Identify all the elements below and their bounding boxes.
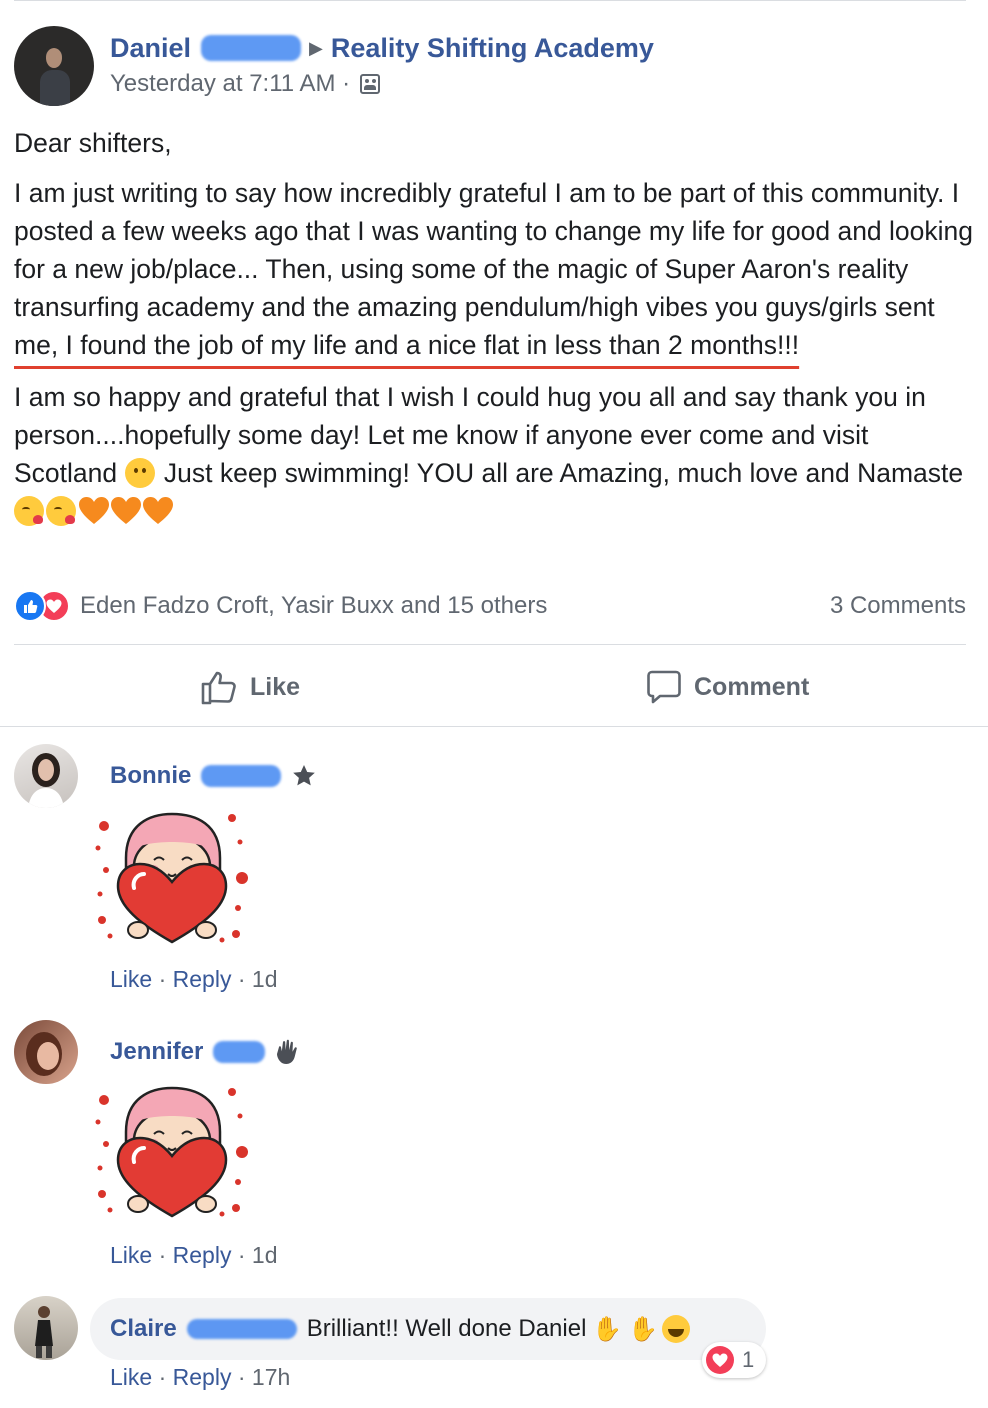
orange-heart-icon: [111, 497, 141, 524]
like-button-label: Like: [250, 672, 301, 701]
comment-button[interactable]: Comment: [646, 664, 809, 710]
kiss-emoji-icon: [46, 496, 76, 526]
commenter-avatar[interactable]: [14, 744, 78, 808]
avatar-face: [46, 48, 62, 68]
post-paragraph-2: I am so happy and grateful that I wish I…: [14, 378, 974, 530]
orange-heart-icon: [143, 497, 173, 524]
comment-3-bubble: Claire Brilliant!! Well done Daniel ✋ ✋: [90, 1298, 766, 1360]
grin-emoji-icon: [662, 1315, 691, 1343]
separator: ·: [158, 1242, 167, 1268]
caret-right-icon: ▶: [309, 37, 323, 58]
comment-reply-link[interactable]: Reply: [173, 1242, 232, 1268]
highlighted-text: me, I found the job of my life and a nic…: [14, 330, 800, 360]
action-bar-top-divider: [14, 644, 966, 645]
post-body: Dear shifters, I am just writing to say …: [14, 124, 974, 542]
comment-reply-link[interactable]: Reply: [173, 966, 232, 992]
top-divider: [14, 0, 966, 1]
commenter-name[interactable]: Claire: [110, 1315, 177, 1343]
wave-badge-icon[interactable]: [275, 1039, 301, 1065]
heart-reaction-icon: [706, 1346, 734, 1374]
smile-emoji-icon: [124, 458, 155, 488]
kiss-emoji-icon: [14, 496, 44, 526]
separator: ·: [158, 1364, 167, 1390]
orange-heart-icon: [79, 497, 109, 524]
author-avatar[interactable]: [14, 26, 94, 106]
action-bar-bottom-divider: [0, 726, 988, 727]
comment-bubble-icon: [647, 670, 681, 704]
comment-2-header: Jennifer: [110, 1036, 301, 1068]
group-privacy-icon: [360, 74, 381, 94]
post-greeting: Dear shifters,: [14, 128, 172, 158]
commenter-avatar[interactable]: [14, 1296, 78, 1360]
commenter-avatar[interactable]: [14, 1020, 78, 1084]
comment-3-actions: Like · Reply · 17h: [110, 1364, 290, 1391]
redacted-surname: [213, 1041, 266, 1063]
avatar-body: [40, 70, 70, 106]
separator: ·: [237, 966, 246, 992]
comments-count-link[interactable]: 3 Comments: [830, 588, 966, 624]
author-name[interactable]: Daniel: [110, 33, 191, 64]
post-author-line: Daniel ▶ Reality Shifting Academy: [110, 30, 654, 66]
separator: ·: [237, 1364, 246, 1390]
reactions-summary[interactable]: Eden Fadzo Croft, Yasir Buxx and 15 othe…: [14, 588, 547, 624]
comment-1-actions: Like · Reply · 1d: [110, 966, 278, 993]
clapping-hands-emoji-icon: ✋: [592, 1315, 623, 1343]
separator: ·: [237, 1242, 246, 1268]
comment-text: Brilliant!! Well done Daniel: [306, 1315, 587, 1342]
comment-time[interactable]: 1d: [252, 966, 278, 992]
comment-like-link[interactable]: Like: [110, 1364, 152, 1390]
star-badge-icon[interactable]: [291, 763, 317, 789]
post-timestamp[interactable]: Yesterday at 7:11 AM ·: [110, 70, 350, 98]
comment-like-link[interactable]: Like: [110, 966, 152, 992]
post-paragraph-1: I am just writing to say how incredibly …: [14, 174, 974, 364]
like-reaction-icon: [14, 590, 46, 622]
group-name-link[interactable]: Reality Shifting Academy: [331, 33, 654, 64]
post-meta: Yesterday at 7:11 AM ·: [110, 70, 381, 98]
comment-time[interactable]: 17h: [252, 1364, 290, 1390]
heart-sticker: [95, 1086, 248, 1218]
comment-like-link[interactable]: Like: [110, 1242, 152, 1268]
comment-1-header: Bonnie: [110, 760, 317, 792]
reactors-text: Eden Fadzo Croft, Yasir Buxx and 15 othe…: [80, 592, 548, 619]
comment-2-actions: Like · Reply · 1d: [110, 1242, 278, 1269]
commenter-name[interactable]: Jennifer: [110, 1038, 203, 1066]
redacted-surname: [186, 1319, 297, 1339]
comment-reply-link[interactable]: Reply: [173, 1364, 232, 1390]
paragraph-1-text: I am just writing to say how incredibly …: [14, 178, 974, 322]
heart-sticker: [95, 812, 248, 944]
clapping-hands-emoji-icon: ✋: [628, 1315, 659, 1343]
commenter-name[interactable]: Bonnie: [110, 762, 191, 790]
comment-button-label: Comment: [694, 672, 810, 701]
comment-time[interactable]: 1d: [252, 1242, 278, 1268]
thumbs-up-icon: [201, 671, 236, 705]
like-button[interactable]: Like: [200, 664, 300, 710]
paragraph-2-text-b: Just keep swimming! YOU all are Amazing,…: [156, 458, 964, 488]
reaction-count: 1: [742, 1347, 755, 1372]
redacted-surname: [201, 35, 302, 61]
comment-reaction-count[interactable]: 1: [702, 1342, 767, 1378]
separator: ·: [158, 966, 167, 992]
redacted-surname: [201, 765, 282, 787]
